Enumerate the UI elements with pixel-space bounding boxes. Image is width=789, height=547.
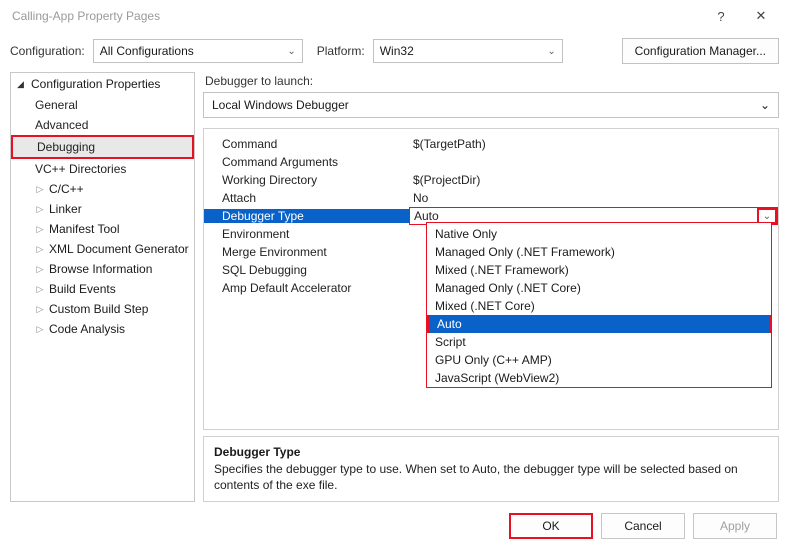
chevron-down-icon: ⌄ — [547, 46, 555, 57]
dropdown-option[interactable]: Native Only — [427, 225, 771, 243]
triangle-right-icon: ▷ — [35, 204, 45, 215]
triangle-right-icon: ▷ — [35, 244, 45, 255]
tree-item-advanced[interactable]: Advanced — [11, 115, 194, 135]
triangle-right-icon: ▷ — [35, 184, 45, 195]
tree-item-label: Browse Information — [49, 262, 152, 276]
property-name: SQL Debugging — [204, 263, 409, 277]
tree-item-manifest-tool[interactable]: ▷ Manifest Tool — [11, 219, 194, 239]
property-name: Merge Environment — [204, 245, 409, 259]
tree-item-general[interactable]: General — [11, 95, 194, 115]
configuration-value: All Configurations — [100, 44, 194, 58]
platform-label: Platform: — [317, 44, 365, 58]
property-name: Command — [204, 137, 409, 151]
property-value[interactable]: No — [409, 191, 778, 205]
property-value[interactable]: $(ProjectDir) — [409, 173, 778, 187]
configuration-manager-label: Configuration Manager... — [635, 44, 766, 58]
tree-item-xml-document-generator[interactable]: ▷ XML Document Generator — [11, 239, 194, 259]
property-name: Command Arguments — [204, 155, 409, 169]
debugger-launch-label: Debugger to launch: — [203, 72, 779, 92]
property-name: Environment — [204, 227, 409, 241]
tree-item-label: Build Events — [49, 282, 116, 296]
platform-value: Win32 — [380, 44, 414, 58]
description-text: Specifies the debugger type to use. When… — [214, 461, 768, 493]
configuration-manager-button[interactable]: Configuration Manager... — [622, 38, 779, 64]
property-name: Working Directory — [204, 173, 409, 187]
dropdown-option[interactable]: Script — [427, 333, 771, 351]
tree-item-label: Custom Build Step — [49, 302, 148, 316]
property-row[interactable]: Working Directory$(ProjectDir) — [204, 171, 778, 189]
property-row[interactable]: AttachNo — [204, 189, 778, 207]
tree-item-label: C/C++ — [49, 182, 84, 196]
property-value-text: Auto — [414, 209, 439, 223]
triangle-down-icon: ◢ — [17, 79, 27, 90]
triangle-right-icon: ▷ — [35, 264, 45, 275]
dropdown-option[interactable]: JavaScript (WebView2) — [427, 369, 771, 387]
title-bar: Calling-App Property Pages ? ✕ — [0, 0, 789, 32]
main-panel: Debugger to launch: Local Windows Debugg… — [203, 72, 779, 502]
chevron-down-icon: ⌄ — [287, 46, 295, 57]
property-value[interactable]: $(TargetPath) — [409, 137, 778, 151]
tree-item-label: XML Document Generator — [49, 242, 189, 256]
help-icon[interactable]: ? — [701, 9, 741, 24]
debugger-type-dropdown[interactable]: Native OnlyManaged Only (.NET Framework)… — [426, 222, 772, 388]
property-name: Attach — [204, 191, 409, 205]
dropdown-option[interactable]: Managed Only (.NET Framework) — [427, 243, 771, 261]
tree-item-code-analysis[interactable]: ▷ Code Analysis — [11, 319, 194, 339]
property-grid[interactable]: Command$(TargetPath)Command ArgumentsWor… — [203, 128, 779, 430]
configuration-combo[interactable]: All Configurations ⌄ — [93, 39, 303, 63]
dropdown-option[interactable]: Mixed (.NET Core) — [427, 297, 771, 315]
debugger-launch-combo[interactable]: Local Windows Debugger ⌄ — [203, 92, 779, 118]
dropdown-option[interactable]: GPU Only (C++ AMP) — [427, 351, 771, 369]
config-toolbar: Configuration: All Configurations ⌄ Plat… — [0, 32, 789, 72]
cancel-button[interactable]: Cancel — [601, 513, 685, 539]
tree-item-c-c-[interactable]: ▷ C/C++ — [11, 179, 194, 199]
property-row[interactable]: Command Arguments — [204, 153, 778, 171]
apply-button[interactable]: Apply — [693, 513, 777, 539]
window-title: Calling-App Property Pages — [8, 9, 701, 23]
triangle-right-icon: ▷ — [35, 224, 45, 235]
property-name: Debugger Type — [204, 209, 409, 223]
triangle-right-icon: ▷ — [35, 324, 45, 335]
triangle-right-icon: ▷ — [35, 284, 45, 295]
chevron-down-icon: ⌄ — [760, 98, 770, 112]
tree-item-linker[interactable]: ▷ Linker — [11, 199, 194, 219]
triangle-right-icon: ▷ — [35, 304, 45, 315]
chevron-down-icon: ⌄ — [763, 211, 771, 222]
platform-combo[interactable]: Win32 ⌄ — [373, 39, 563, 63]
description-box: Debugger Type Specifies the debugger typ… — [203, 436, 779, 502]
property-row[interactable]: Command$(TargetPath) — [204, 135, 778, 153]
dialog-footer: OK Cancel Apply — [509, 513, 777, 539]
tree-item-custom-build-step[interactable]: ▷ Custom Build Step — [11, 299, 194, 319]
description-title: Debugger Type — [214, 445, 768, 459]
tree-item-debugging[interactable]: Debugging — [11, 135, 194, 159]
debugger-launch-value: Local Windows Debugger — [212, 98, 349, 112]
configuration-label: Configuration: — [10, 44, 85, 58]
tree-item-label: Manifest Tool — [49, 222, 119, 236]
property-name: Amp Default Accelerator — [204, 281, 409, 295]
tree-item-browse-information[interactable]: ▷ Browse Information — [11, 259, 194, 279]
tree-item-build-events[interactable]: ▷ Build Events — [11, 279, 194, 299]
tree-item-label: Code Analysis — [49, 322, 125, 336]
tree-view[interactable]: ◢ Configuration Properties GeneralAdvanc… — [10, 72, 195, 502]
dropdown-option[interactable]: Managed Only (.NET Core) — [427, 279, 771, 297]
cancel-label: Cancel — [624, 519, 661, 533]
apply-label: Apply — [720, 519, 750, 533]
close-icon[interactable]: ✕ — [741, 8, 781, 24]
tree-root-label: Configuration Properties — [31, 77, 160, 91]
tree-item-vc-directories[interactable]: VC++ Directories — [11, 159, 194, 179]
ok-button[interactable]: OK — [509, 513, 593, 539]
tree-item-label: Linker — [49, 202, 82, 216]
tree-root[interactable]: ◢ Configuration Properties — [11, 73, 194, 95]
dropdown-option[interactable]: Mixed (.NET Framework) — [427, 261, 771, 279]
dropdown-option[interactable]: Auto — [427, 315, 771, 333]
ok-label: OK — [542, 519, 559, 533]
